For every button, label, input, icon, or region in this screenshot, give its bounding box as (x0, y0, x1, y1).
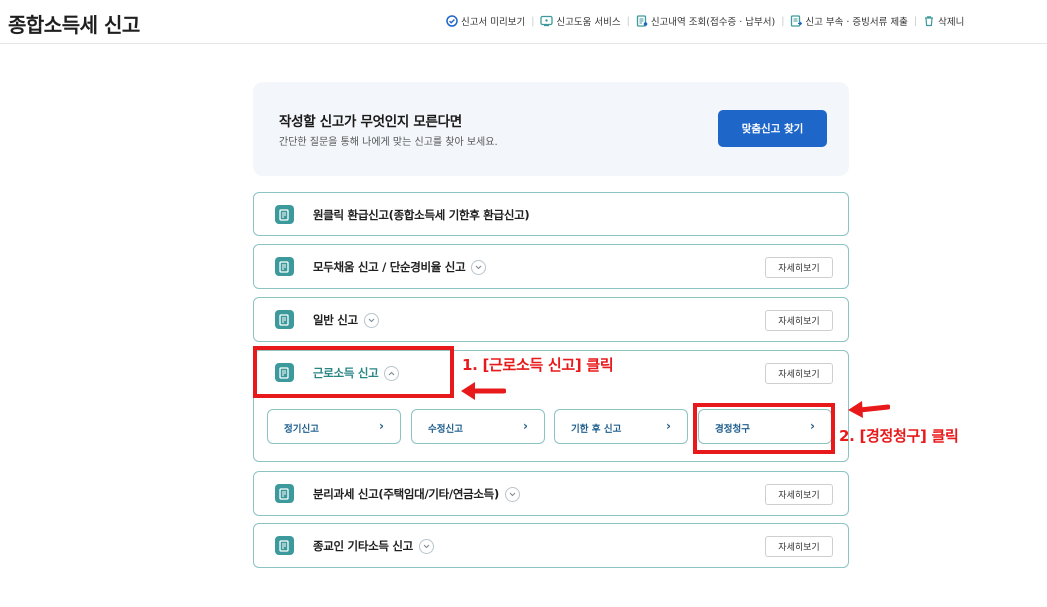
section-label: 분리과세 신고(주택임대/기타/연금소득) (313, 487, 499, 501)
promo-subtitle: 간단한 질문을 통해 나에게 맞는 신고를 찾아 보세요. (279, 137, 498, 148)
section-title: 종교인 기타소득 신고 (313, 538, 434, 554)
chevron-down-icon[interactable] (418, 538, 434, 554)
section-title: 분리과세 신고(주택임대/기타/연금소득) (313, 486, 520, 502)
chevron-down-icon[interactable] (363, 312, 379, 328)
details-button[interactable]: 자세히보기 (765, 484, 833, 505)
nav-divider: | (626, 15, 630, 27)
nav-divider: | (913, 15, 918, 27)
history-icon (636, 15, 648, 27)
section-header: 분리과세 신고(주택임대/기타/연금소득) 자세히보기 (254, 472, 848, 516)
document-icon (275, 310, 294, 329)
nav-delete[interactable]: 삭제니 (923, 14, 964, 28)
promo-title: 작성할 신고가 무엇인지 모른다면 (279, 114, 462, 130)
chevron-down-icon[interactable] (504, 486, 520, 502)
nav-history-label: 신고내역 조회(접수증 · 납부서) (650, 17, 776, 28)
details-button[interactable]: 자세히보기 (765, 363, 833, 384)
chevron-right-icon: › (666, 419, 671, 433)
section-label: 모두채움 신고 / 단순경비율 신고 (313, 260, 466, 274)
section-label: 종교인 기타소득 신고 (313, 539, 413, 553)
sub-option-label: 기한 후 신고 (571, 424, 622, 435)
section-religious-income[interactable]: 종교인 기타소득 신고 자세히보기 (253, 523, 849, 568)
annotation-step2-text: 2. [경정청구] 클릭 (839, 427, 959, 445)
chevron-right-icon: › (523, 419, 528, 433)
chevron-right-icon: › (379, 419, 384, 433)
page-title: 종합소득세 신고 (8, 13, 140, 37)
nav-divider: | (781, 15, 785, 27)
find-custom-report-button[interactable]: 맞춤신고 찾기 (718, 110, 827, 147)
section-header: 원클릭 환급신고(종합소득세 기한후 환급신고) (254, 193, 848, 237)
top-nav: 신고서 미리보기 | 신고도움 서비스 | 신고내역 조회(접수증 · 납부서)… (446, 14, 964, 28)
section-label: 일반 신고 (313, 313, 358, 327)
section-general-report[interactable]: 일반 신고 자세히보기 (253, 297, 849, 342)
document-icon (275, 205, 294, 224)
nav-document-submit[interactable]: 신고 부속 · 증빙서류 제출 (790, 14, 908, 28)
preview-icon (446, 15, 458, 27)
nav-preview-label: 신고서 미리보기 (461, 17, 526, 28)
details-button[interactable]: 자세히보기 (765, 257, 833, 278)
chevron-down-icon[interactable] (471, 259, 487, 275)
help-service-icon (540, 15, 554, 27)
annotation-step1-text: 1. [근로소득 신고] 클릭 (462, 356, 614, 374)
amended-report-button[interactable]: 수정신고 › (411, 409, 545, 444)
section-header: 종교인 기타소득 신고 자세히보기 (254, 524, 848, 568)
sub-option-label: 정기신고 (284, 424, 319, 435)
regular-report-button[interactable]: 정기신고 › (267, 409, 401, 444)
section-title: 모두채움 신고 / 단순경비율 신고 (313, 259, 487, 275)
nav-divider: | (531, 15, 535, 27)
section-header: 일반 신고 자세히보기 (254, 298, 848, 342)
section-title: 일반 신고 (313, 312, 379, 328)
sub-option-label: 수정신고 (428, 424, 463, 435)
section-label: 원클릭 환급신고(종합소득세 기한후 환급신고) (313, 208, 530, 222)
nav-document-submit-label: 신고 부속 · 증빙서류 제출 (805, 17, 908, 28)
nav-preview[interactable]: 신고서 미리보기 (446, 14, 525, 28)
section-header: 모두채움 신고 / 단순경비율 신고 자세히보기 (254, 245, 848, 289)
document-submit-icon (791, 15, 803, 27)
document-icon (275, 536, 294, 555)
document-icon (275, 257, 294, 276)
header-divider (0, 43, 1047, 44)
section-oneclick-refund[interactable]: 원클릭 환급신고(종합소득세 기한후 환급신고) (253, 192, 849, 236)
details-button[interactable]: 자세히보기 (765, 310, 833, 331)
annotation-highlight-box (253, 346, 454, 398)
section-prefilled-report[interactable]: 모두채움 신고 / 단순경비율 신고 자세히보기 (253, 244, 849, 289)
nav-delete-label: 삭제니 (938, 17, 965, 28)
nav-history[interactable]: 신고내역 조회(접수증 · 납부서) (636, 14, 775, 28)
custom-report-promo: 작성할 신고가 무엇인지 모른다면 간단한 질문을 통해 나에게 맞는 신고를 … (253, 82, 849, 176)
annotation-arrow-left (848, 401, 890, 418)
nav-help-service[interactable]: 신고도움 서비스 (540, 14, 621, 28)
nav-help-service-label: 신고도움 서비스 (556, 17, 621, 28)
annotation-highlight-box (693, 403, 835, 454)
document-icon (275, 484, 294, 503)
trash-icon (925, 16, 934, 27)
annotation-arrow-left (461, 382, 506, 400)
late-report-button[interactable]: 기한 후 신고 › (554, 409, 688, 444)
details-button[interactable]: 자세히보기 (765, 536, 833, 557)
section-separate-taxation[interactable]: 분리과세 신고(주택임대/기타/연금소득) 자세히보기 (253, 471, 849, 516)
